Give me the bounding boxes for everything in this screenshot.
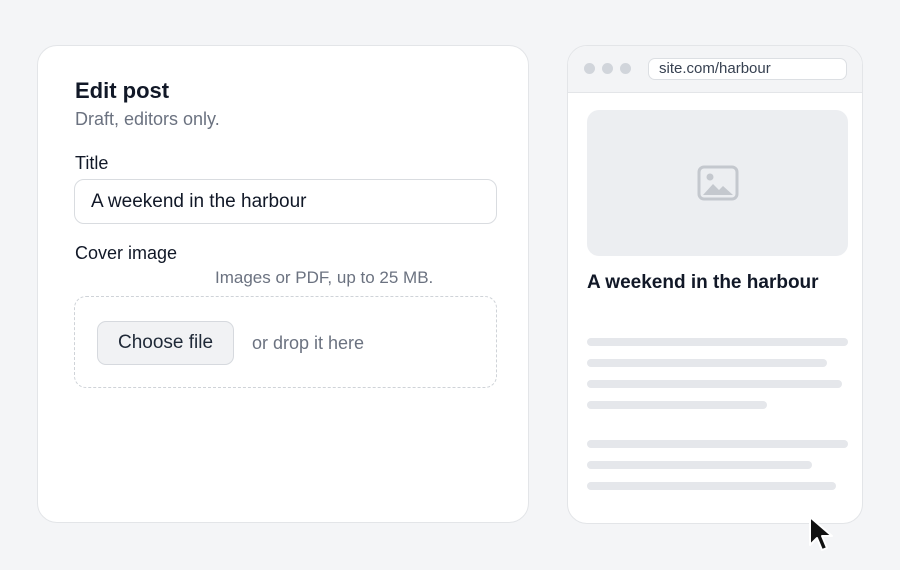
address-bar[interactable]: site.com/harbour [648, 58, 847, 80]
cover-image-hint: Images or PDF, up to 25 MB. [215, 268, 434, 287]
text-placeholder-line [587, 380, 842, 388]
file-dropzone[interactable]: Choose file or drop it here [74, 296, 497, 388]
page-subtitle: Draft, editors only. [75, 109, 220, 129]
text-placeholder-line [587, 359, 827, 367]
drop-hint-text: or drop it here [252, 333, 365, 353]
text-placeholder-line [587, 461, 812, 469]
mouse-pointer-icon [809, 516, 833, 551]
text-placeholder-line [587, 401, 767, 409]
text-placeholder-line [587, 338, 848, 346]
choose-file-button[interactable]: Choose file [97, 321, 234, 365]
browser-toolbar: site.com/harbour [568, 46, 862, 93]
window-control-dot [602, 63, 613, 74]
page-title: Edit post [75, 78, 170, 103]
title-input[interactable] [74, 179, 497, 224]
window-control-dot [584, 63, 595, 74]
edit-post-card: Edit post Draft, editors only. Title Cov… [37, 45, 529, 523]
window-control-dot [620, 63, 631, 74]
cover-image-label: Cover image [75, 243, 178, 263]
text-placeholder-line [587, 440, 848, 448]
title-label: Title [75, 153, 109, 173]
text-placeholder-line [587, 482, 836, 490]
preview-browser: site.com/harbour A weekend in the harbou… [567, 45, 863, 524]
preview-post-title: A weekend in the harbour [587, 272, 819, 293]
cover-image-placeholder [587, 110, 848, 256]
image-icon [697, 165, 739, 201]
